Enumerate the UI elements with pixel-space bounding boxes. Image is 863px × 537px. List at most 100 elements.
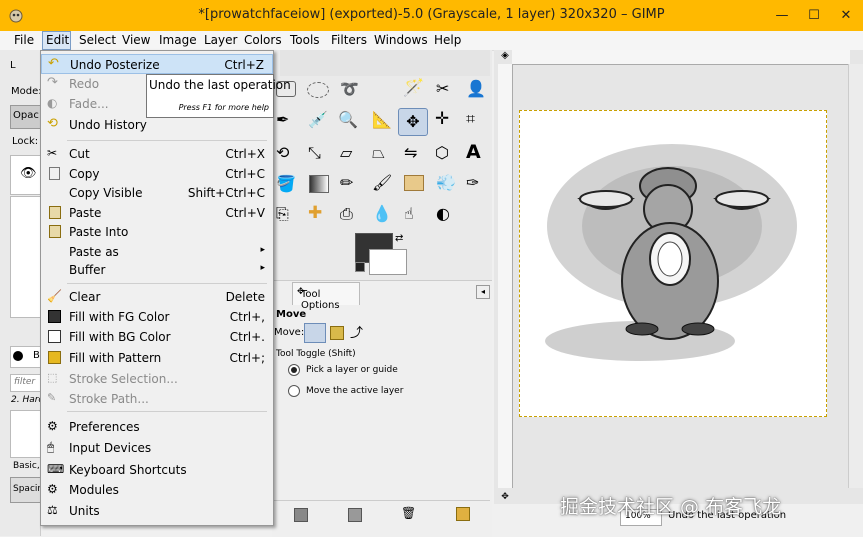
shear-tool-icon[interactable]: ▱: [340, 143, 352, 162]
menu-windows[interactable]: Windows: [374, 33, 428, 47]
menu-layer[interactable]: Layer: [204, 33, 237, 47]
menu-separator: [67, 411, 267, 412]
menu-item-cut[interactable]: ✂ Cut Ctrl+X: [41, 144, 273, 164]
heal-tool-icon[interactable]: ✚: [308, 203, 322, 223]
layers-tab-label[interactable]: L: [10, 60, 16, 71]
menu-item-copy[interactable]: Copy Ctrl+C: [41, 164, 273, 184]
blend-tool-icon[interactable]: [309, 175, 329, 193]
rotate-tool-icon[interactable]: ⟲: [276, 143, 289, 162]
maximize-button[interactable]: ☐: [798, 0, 830, 31]
move-layer-mode-icon[interactable]: [304, 323, 326, 343]
flip-tool-icon[interactable]: ⇋: [404, 143, 417, 162]
menu-filters[interactable]: Filters: [331, 33, 367, 47]
quick-mask-icon[interactable]: ◈: [498, 50, 512, 64]
menu-item-units[interactable]: ⚖ Units: [41, 501, 273, 521]
foreground-select-tool-icon[interactable]: 👤: [466, 79, 486, 98]
background-color-swatch[interactable]: [369, 249, 407, 275]
fuzzy-select-tool-icon[interactable]: 🪄: [403, 78, 424, 98]
perspective-tool-icon[interactable]: ⏢: [372, 143, 385, 163]
eye-icon[interactable]: 👁: [20, 166, 37, 181]
default-colors-icon[interactable]: [355, 262, 365, 272]
perspective-clone-tool-icon[interactable]: ⎙: [340, 204, 353, 224]
airbrush-tool-icon[interactable]: 💨: [436, 173, 456, 192]
layer-row[interactable]: 👁: [10, 155, 42, 195]
move-path-mode-icon[interactable]: ⤴: [350, 322, 363, 341]
menu-item-buffer[interactable]: Buffer ▸: [41, 260, 273, 280]
dodge-burn-tool-icon[interactable]: ◐: [436, 204, 450, 223]
spacing-field[interactable]: Spacin: [10, 477, 43, 503]
swap-colors-icon[interactable]: ⇄: [395, 233, 403, 244]
menu-view[interactable]: View: [122, 33, 150, 47]
ellipse-select-tool-icon[interactable]: [307, 82, 329, 98]
menu-item-fill-fg[interactable]: Fill with FG Color Ctrl+,: [41, 307, 273, 327]
menu-item-modules[interactable]: ⚙ Modules: [41, 480, 273, 500]
reset-options-icon[interactable]: [456, 507, 470, 521]
layers-list: [10, 196, 42, 318]
menu-item-stroke-path[interactable]: ✎ Stroke Path...: [41, 389, 273, 409]
blur-tool-icon[interactable]: 💧: [372, 204, 392, 223]
fade-icon: ◐: [47, 96, 58, 110]
radio-move-active[interactable]: [288, 385, 300, 397]
brush-selector[interactable]: B: [10, 346, 42, 368]
menu-item-clear[interactable]: 🧹 Clear Delete: [41, 287, 273, 307]
paintbrush-tool-icon[interactable]: 🖌: [372, 173, 392, 192]
menu-help[interactable]: Help: [434, 33, 461, 47]
opacity-field[interactable]: Opac: [10, 105, 42, 129]
close-button[interactable]: ✕: [830, 0, 862, 31]
menu-file[interactable]: File: [14, 33, 34, 47]
menu-edit[interactable]: Edit: [46, 33, 69, 47]
align-tool-icon[interactable]: ✛: [435, 109, 449, 129]
fg-color-icon: [48, 310, 61, 323]
menu-image[interactable]: Image: [159, 33, 197, 47]
delete-options-icon[interactable]: 🗑: [401, 506, 416, 520]
menu-item-preferences[interactable]: ⚙ Preferences: [41, 417, 273, 437]
minimize-button[interactable]: —: [766, 0, 798, 31]
move-tool-icon[interactable]: ✥: [398, 108, 428, 136]
menu-item-paste[interactable]: Paste Ctrl+V: [41, 203, 273, 223]
menu-item-input-devices[interactable]: 🖱 Input Devices: [41, 438, 273, 458]
ink-tool-icon[interactable]: ✑: [466, 173, 479, 192]
brush-filter-input[interactable]: filter: [10, 374, 42, 392]
menu-tools[interactable]: Tools: [290, 33, 320, 47]
smudge-tool-icon[interactable]: ☝: [404, 204, 414, 223]
menu-item-keyboard-shortcuts[interactable]: ⌨ Keyboard Shortcuts: [41, 460, 273, 480]
eraser-tool-icon[interactable]: [404, 175, 424, 191]
measure-tool-icon[interactable]: 📐: [372, 110, 392, 129]
image-canvas[interactable]: [519, 110, 827, 417]
radio-pick-layer[interactable]: [288, 364, 300, 376]
cage-tool-icon[interactable]: ⬡: [435, 143, 449, 162]
save-options-icon[interactable]: [294, 508, 308, 522]
horizontal-ruler[interactable]: [512, 50, 850, 65]
scale-tool-icon[interactable]: ⤡: [308, 143, 321, 163]
menu-item-fill-bg[interactable]: Fill with BG Color Ctrl+.: [41, 327, 273, 347]
menu-colors[interactable]: Colors: [244, 33, 282, 47]
color-picker-tool-icon[interactable]: 💉: [308, 110, 328, 129]
pencil-tool-icon[interactable]: ✏: [340, 173, 353, 192]
vertical-ruler[interactable]: [498, 64, 513, 488]
tab-tool-options[interactable]: ✥ Tool Options: [292, 282, 360, 311]
crop-tool-icon[interactable]: ⌗: [466, 109, 475, 129]
menu-item-stroke-selection[interactable]: ⬚ Stroke Selection...: [41, 369, 273, 389]
navigate-icon[interactable]: ✥: [498, 492, 512, 504]
scissors-tool-icon[interactable]: ✂: [436, 79, 449, 98]
bucket-fill-tool-icon[interactable]: 🪣: [276, 174, 296, 193]
zoom-tool-icon[interactable]: 🔍: [338, 110, 358, 129]
edit-menu: ↶ Undo Posterize Ctrl+Z ↷ Redo ◐ Fade...…: [40, 50, 274, 526]
move-selection-mode-icon[interactable]: [330, 326, 344, 340]
menu-item-copy-visible[interactable]: Copy Visible Shift+Ctrl+C: [41, 183, 273, 203]
chef-illustration: [545, 144, 797, 361]
free-select-tool-icon[interactable]: ➰: [340, 80, 359, 98]
menu-item-undo-history[interactable]: ⟲ Undo History: [41, 115, 273, 135]
clone-tool-icon[interactable]: ⎘: [276, 204, 289, 224]
menu-item-paste-as[interactable]: Paste as ▸: [41, 242, 273, 262]
stroke-path-icon: ✎: [47, 391, 57, 404]
paths-tool-icon[interactable]: ✒: [276, 110, 289, 129]
text-tool-icon[interactable]: A: [466, 141, 481, 163]
restore-options-icon[interactable]: [348, 508, 362, 522]
menu-select[interactable]: Select: [79, 33, 116, 47]
panel-menu-icon[interactable]: ◂: [476, 285, 490, 299]
menu-item-undo[interactable]: ↶ Undo Posterize Ctrl+Z: [41, 54, 273, 74]
menu-item-paste-into[interactable]: Paste Into: [41, 222, 273, 242]
vertical-scrollbar[interactable]: [848, 64, 863, 488]
menu-item-fill-pattern[interactable]: Fill with Pattern Ctrl+;: [41, 348, 273, 368]
